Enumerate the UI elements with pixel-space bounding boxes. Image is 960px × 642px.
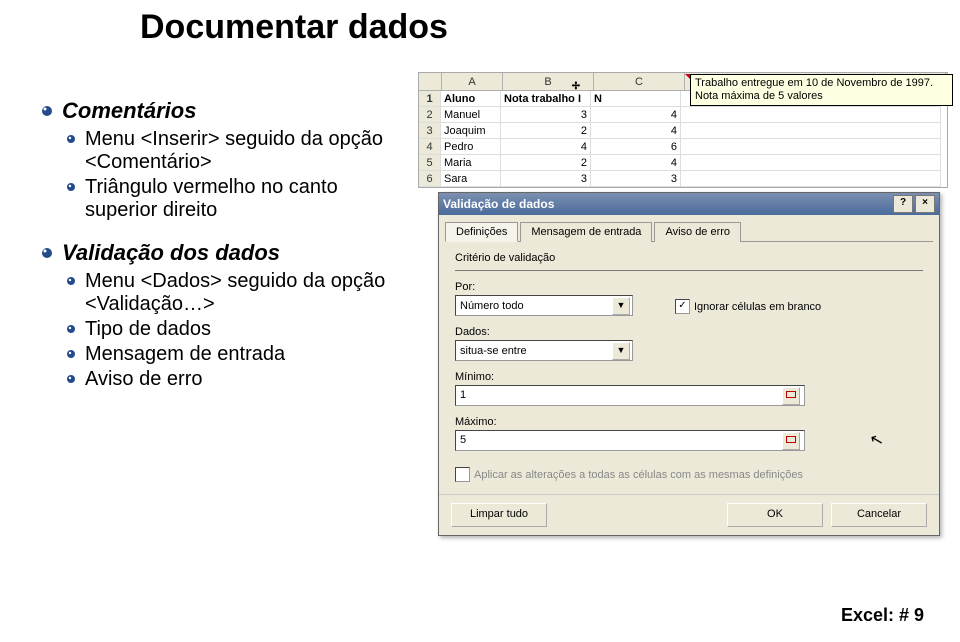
bullet-icon [40,104,54,118]
slide-title: Documentar dados [140,8,960,47]
bullet-text: Menu <Dados> seguido da opção <Validação… [85,270,390,316]
cell[interactable]: Nota trabalho I [501,91,591,107]
table-row: 2 Manuel 3 4 [419,107,947,123]
cell[interactable]: 4 [591,155,681,171]
bullet-text: Triângulo vermelho no canto superior dir… [85,176,390,222]
data-select[interactable]: situa-se entre ▼ [455,340,633,361]
tooltip-line: Nota máxima de 5 valores [695,90,948,103]
cell[interactable]: Joaquim [441,123,501,139]
cell[interactable]: Pedro [441,139,501,155]
range-picker-icon[interactable] [782,387,800,405]
validation-dialog: Validação de dados ? × Definições Mensag… [438,192,940,536]
bullet-comments: Comentários [40,98,390,124]
col-header-b[interactable]: B [503,73,594,91]
por-label: Por: [455,281,635,293]
bullet-icon [66,182,77,193]
cell-cursor-icon: ✢ [572,78,580,93]
table-row: 5 Maria 2 4 [419,155,947,171]
ignore-blank-label: Ignorar células em branco [694,301,821,313]
bullet-item: Tipo de dados [66,318,390,341]
bullet-heading: Comentários [62,98,196,124]
cell[interactable] [681,171,941,187]
allow-select[interactable]: Número todo ▼ [455,295,633,316]
max-label: Máximo: [455,416,923,428]
close-button[interactable]: × [915,195,935,213]
cell[interactable]: 3 [501,107,591,123]
cancel-button[interactable]: Cancelar [831,503,927,527]
bullet-item: Aviso de erro [66,368,390,391]
cell[interactable]: 4 [591,107,681,123]
tab-definitions[interactable]: Definições [445,222,518,242]
cell[interactable] [681,139,941,155]
bullet-heading: Validação dos dados [62,240,280,266]
bullet-text: Aviso de erro [85,368,202,391]
tab-error-alert[interactable]: Aviso de erro [654,222,741,242]
apply-all-checkbox[interactable] [455,467,470,482]
bullet-text: Mensagem de entrada [85,343,285,366]
dialog-title: Validação de dados [443,197,554,211]
data-value: situa-se entre [460,345,612,357]
bullet-icon [66,276,77,287]
bullet-icon [66,349,77,360]
cell[interactable]: Aluno [441,91,501,107]
min-input[interactable]: 1 [455,385,805,406]
apply-all-label: Aplicar as alterações a todas as células… [474,469,803,481]
bullet-content: Comentários Menu <Inserir> seguido da op… [40,88,390,393]
bullet-icon [66,324,77,335]
tab-input-message[interactable]: Mensagem de entrada [520,222,652,242]
comment-tooltip: Trabalho entregue em 10 de Novembro de 1… [690,74,953,106]
dialog-tabs: Definições Mensagem de entrada Aviso de … [445,221,933,242]
cell[interactable]: 3 [501,171,591,187]
bullet-item: Mensagem de entrada [66,343,390,366]
cell[interactable]: Sara [441,171,501,187]
help-button[interactable]: ? [893,195,913,213]
cell[interactable]: Maria [441,155,501,171]
bullet-item: Menu <Dados> seguido da opção <Validação… [66,270,390,316]
cell[interactable]: 4 [591,123,681,139]
table-row: 4 Pedro 4 6 [419,139,947,155]
cell[interactable] [681,155,941,171]
cell[interactable]: 4 [501,139,591,155]
criterion-label: Critério de validação [455,252,923,264]
range-picker-icon[interactable] [782,432,800,450]
slide-footer: Excel: # 9 [841,605,924,626]
max-value: 5 [460,431,466,450]
min-value: 1 [460,386,466,405]
table-row: 6 Sara 3 3 [419,171,947,187]
cell[interactable]: 2 [501,155,591,171]
min-label: Mínimo: [455,371,923,383]
dialog-titlebar[interactable]: Validação de dados ? × [439,193,939,215]
table-row: 3 Joaquim 2 4 [419,123,947,139]
chevron-down-icon[interactable]: ▼ [612,297,630,315]
col-header-a[interactable]: A [442,73,503,91]
cell[interactable]: N [591,91,681,107]
cell[interactable] [681,123,941,139]
bullet-item: Menu <Inserir> seguido da opção <Comentá… [66,128,390,174]
allow-value: Número todo [460,300,612,312]
cell[interactable]: 3 [591,171,681,187]
clear-all-button[interactable]: Limpar tudo [451,503,547,527]
bullet-icon [66,134,77,145]
cell[interactable]: 2 [501,123,591,139]
bullet-text: Menu <Inserir> seguido da opção <Comentá… [85,128,390,174]
bullet-icon [40,246,54,260]
tooltip-line: Trabalho entregue em 10 de Novembro de 1… [695,77,948,90]
col-header-c[interactable]: C [594,73,685,91]
cell[interactable] [681,107,941,123]
cell[interactable]: 6 [591,139,681,155]
bullet-item: Triângulo vermelho no canto superior dir… [66,176,390,222]
ignore-blank-checkbox[interactable]: ✓ [675,299,690,314]
bullet-icon [66,374,77,385]
chevron-down-icon[interactable]: ▼ [612,342,630,360]
bullet-validation: Validação dos dados [40,240,390,266]
ok-button[interactable]: OK [727,503,823,527]
bullet-text: Tipo de dados [85,318,211,341]
data-label: Dados: [455,326,635,338]
cell[interactable]: Manuel [441,107,501,123]
max-input[interactable]: 5 [455,430,805,451]
